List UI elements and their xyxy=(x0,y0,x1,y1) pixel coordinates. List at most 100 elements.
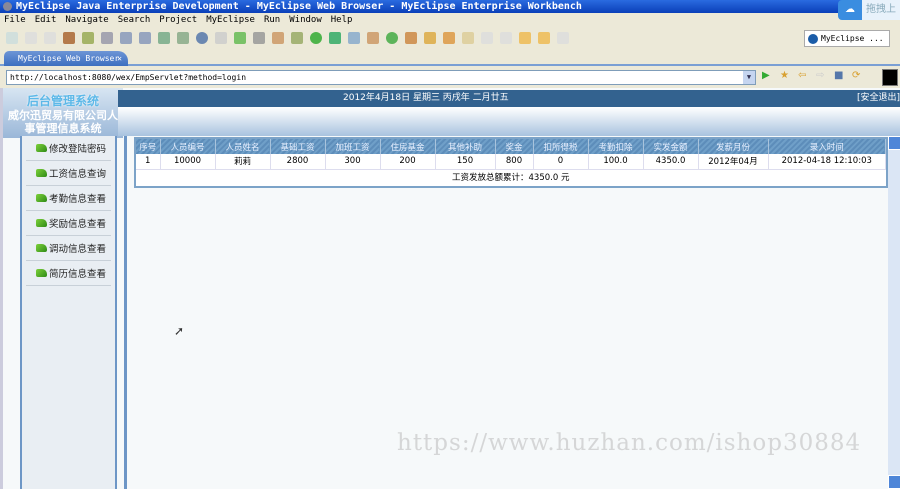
close-icon[interactable]: ✕ xyxy=(117,51,122,66)
back-icon[interactable] xyxy=(538,32,550,44)
sidebar-label: 修改登陆密码 xyxy=(49,144,107,155)
sidebar-label: 奖励信息查看 xyxy=(49,219,107,230)
column-header: 住房基金 xyxy=(380,139,436,154)
new-icon[interactable] xyxy=(6,32,18,44)
sidebar-item-transfer[interactable]: 调动信息查看 xyxy=(26,236,111,261)
table-header: 序号 人员编号 人员姓名 基础工资 加班工资 住房基金 其他补助 奖金 扣所得税 考勤扣除 实发金额… xyxy=(136,139,886,154)
column-header: 其他补助 xyxy=(435,139,496,154)
menu-file[interactable]: File xyxy=(4,14,26,27)
undeploy-icon[interactable] xyxy=(139,32,151,44)
column-header: 基础工资 xyxy=(270,139,326,154)
main-toolbar xyxy=(0,29,900,47)
company-name: 威尔迅贸易有限公司人事管理信息系统 xyxy=(8,109,118,135)
scroll-up-button[interactable] xyxy=(888,136,900,150)
go-icon[interactable]: ▶ xyxy=(762,70,773,82)
logo: 后台管理系统 威尔迅贸易有限公司人事管理信息系统 xyxy=(3,88,123,138)
sidebar-item-salary[interactable]: 工资信息查询 xyxy=(26,161,111,186)
sidebar-item-resume[interactable]: 简历信息查看 xyxy=(26,261,111,286)
last-edit-icon[interactable] xyxy=(519,32,531,44)
pin-icon[interactable] xyxy=(424,32,436,44)
open-type-icon[interactable] xyxy=(405,32,417,44)
print-icon[interactable] xyxy=(44,32,56,44)
salary-table: 序号 人员编号 人员姓名 基础工资 加班工资 住房基金 其他补助 奖金 扣所得税 考勤扣除 实发金额… xyxy=(136,139,886,184)
debug-icon[interactable] xyxy=(82,32,94,44)
arrow-icon xyxy=(36,219,47,227)
gear-icon[interactable] xyxy=(291,32,303,44)
column-header: 发薪月份 xyxy=(698,139,769,154)
menu-bar: File Edit Navigate Search Project MyEcli… xyxy=(0,14,352,27)
scroll-down-button[interactable] xyxy=(888,475,900,489)
table-cell: 10000 xyxy=(160,154,216,170)
browser-icon[interactable] xyxy=(272,32,284,44)
scrollbar[interactable] xyxy=(888,136,900,489)
forward-icon[interactable]: ⇨ xyxy=(816,70,827,82)
run-icon[interactable] xyxy=(310,32,322,44)
open-icon[interactable] xyxy=(215,32,227,44)
column-header: 奖金 xyxy=(495,139,534,154)
bookmark-icon[interactable]: ★ xyxy=(780,70,791,82)
globe-icon[interactable] xyxy=(196,32,208,44)
table-cell: 2012-04-18 12:10:03 xyxy=(768,154,886,170)
sidebar-label: 考勤信息查看 xyxy=(49,194,107,205)
menu-project[interactable]: Project xyxy=(159,14,197,27)
menu-window[interactable]: Window xyxy=(289,14,322,27)
table-cell: 800 xyxy=(495,154,534,170)
g-icon[interactable] xyxy=(386,32,398,44)
cloud-icon: ☁ xyxy=(838,0,862,20)
new-servlet-icon[interactable] xyxy=(177,32,189,44)
server-icon[interactable] xyxy=(101,32,113,44)
column-header: 考勤扣除 xyxy=(588,139,644,154)
column-header: 扣所得税 xyxy=(533,139,589,154)
file-icon[interactable] xyxy=(462,32,474,44)
tab-web-browser[interactable]: MyEclipse Web Browser ✕ xyxy=(4,51,128,66)
table-cell: 200 xyxy=(380,154,436,170)
cloud-upload-widget[interactable]: ☁ 拖拽上 xyxy=(838,0,900,20)
sidebar-item-rewards[interactable]: 奖励信息查看 xyxy=(26,211,111,236)
table-cell: 300 xyxy=(325,154,381,170)
sidebar-item-change-password[interactable]: 修改登陆密码 xyxy=(26,136,111,161)
sidebar-item-attendance[interactable]: 考勤信息查看 xyxy=(26,186,111,211)
url-input[interactable]: http://localhost:8080/wex/EmpServlet?met… xyxy=(6,70,756,85)
annotation-prev-icon[interactable] xyxy=(500,32,512,44)
sidebar-label: 调动信息查看 xyxy=(49,244,107,255)
url-text: http://localhost:8080/wex/EmpServlet?met… xyxy=(10,73,247,82)
arrow-icon xyxy=(36,244,47,252)
deploy-icon[interactable] xyxy=(120,32,132,44)
perspective-button[interactable]: MyEclipse ... xyxy=(804,30,890,47)
column-header: 加班工资 xyxy=(325,139,381,154)
column-header: 录入时间 xyxy=(768,139,886,154)
annotation-next-icon[interactable] xyxy=(481,32,493,44)
menu-edit[interactable]: Edit xyxy=(35,14,57,27)
menu-navigate[interactable]: Navigate xyxy=(65,14,108,27)
web-page: 后台管理系统 威尔迅贸易有限公司人事管理信息系统 2012年4月18日 星期三 … xyxy=(0,88,900,489)
stop-icon[interactable]: ■ xyxy=(834,70,845,82)
refresh-icon[interactable]: ⟳ xyxy=(852,70,863,82)
search-icon[interactable] xyxy=(329,32,341,44)
jar-icon[interactable] xyxy=(367,32,379,44)
menu-run[interactable]: Run xyxy=(264,14,280,27)
date-text: 2012年4月18日 星期三 丙戌年 二月廿五 xyxy=(343,93,509,103)
uml-icon[interactable] xyxy=(348,32,360,44)
arrow-icon xyxy=(36,269,47,277)
tab-label: MyEclipse Web Browser xyxy=(18,54,120,63)
menu-search[interactable]: Search xyxy=(118,14,151,27)
logout-link[interactable]: [安全退出] xyxy=(857,90,900,107)
forward-icon[interactable] xyxy=(557,32,569,44)
chevron-down-icon[interactable]: ▼ xyxy=(743,71,755,84)
refresh-icon[interactable] xyxy=(234,32,246,44)
color-swatch[interactable] xyxy=(882,69,898,86)
package-icon[interactable] xyxy=(63,32,75,44)
web-project-icon[interactable] xyxy=(158,32,170,44)
save-icon[interactable] xyxy=(25,32,37,44)
console-icon[interactable] xyxy=(253,32,265,44)
folder-icon[interactable] xyxy=(443,32,455,44)
window-title-bar: MyEclipse Java Enterprise Development - … xyxy=(0,0,900,13)
window-title: MyEclipse Java Enterprise Development - … xyxy=(16,1,582,12)
table-cell: 150 xyxy=(435,154,496,170)
menu-help[interactable]: Help xyxy=(331,14,353,27)
table-row: 1 10000 莉莉 2800 300 200 150 800 0 100.0 4350.0 2012… xyxy=(136,154,886,170)
menu-myeclipse[interactable]: MyEclipse xyxy=(206,14,255,27)
arrow-icon xyxy=(36,144,47,152)
back-icon[interactable]: ⇦ xyxy=(798,70,809,82)
top-bar: 2012年4月18日 星期三 丙戌年 二月廿五 [安全退出] xyxy=(118,90,900,107)
